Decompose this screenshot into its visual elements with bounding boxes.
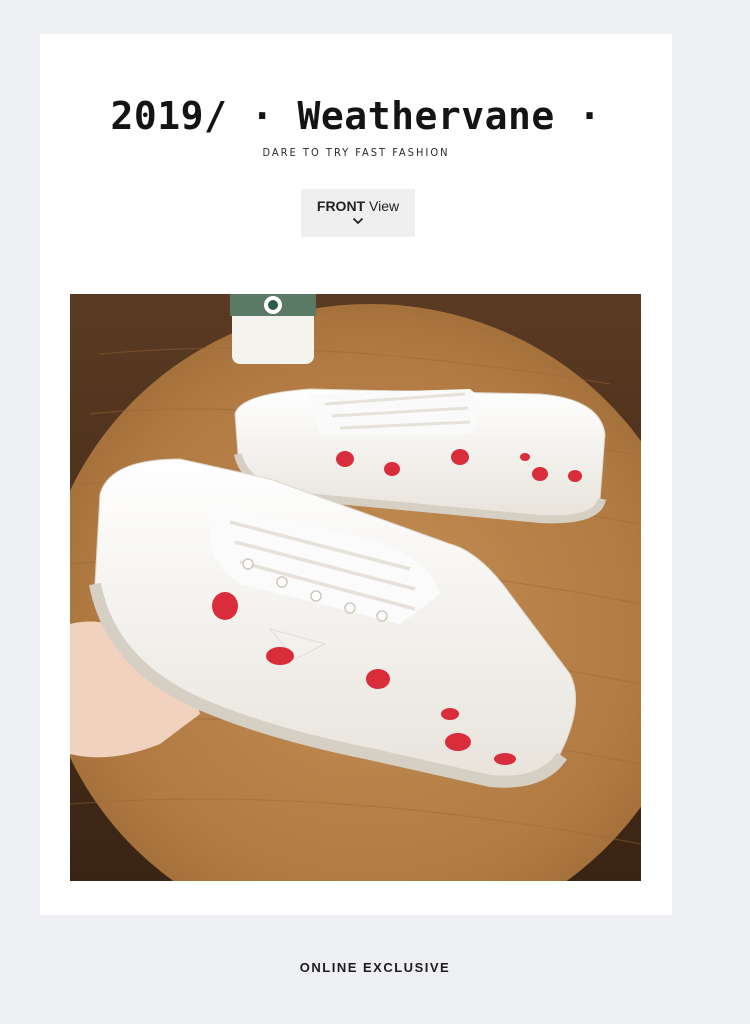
product-card: 2019/ · Weathervane · DARE TO TRY FAST F… <box>40 34 672 915</box>
view-button-rest: View <box>369 198 400 214</box>
view-button-bold: FRONT <box>316 198 366 214</box>
footer-label: ONLINE EXCLUSIVE <box>299 960 451 975</box>
front-view-button[interactable]: FRONT View <box>301 189 415 237</box>
chevron-down-icon <box>352 217 364 225</box>
view-button-label: FRONT View <box>301 189 415 214</box>
product-photo <box>70 294 641 881</box>
coffee-cup <box>230 294 316 364</box>
tagline: DARE TO TRY FAST FASHION <box>262 146 450 159</box>
page-title: 2019/ · Weathervane · <box>110 94 602 138</box>
